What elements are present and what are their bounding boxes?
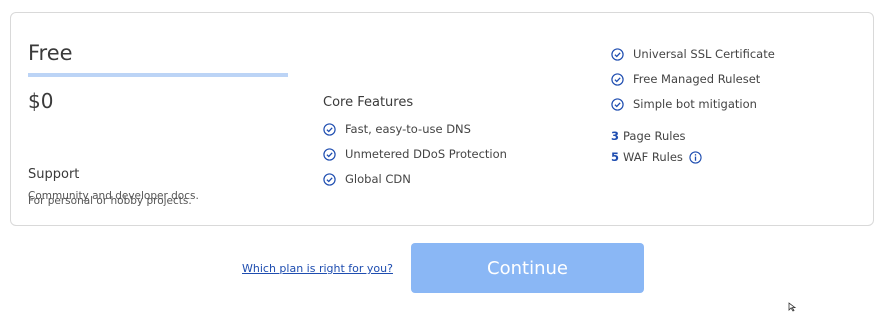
support-title: Support	[28, 167, 80, 182]
feature-label: Unmetered DDoS Protection	[345, 147, 507, 161]
page-rules-count: 3	[611, 129, 620, 143]
feature-item: Simple bot mitigation	[611, 97, 757, 111]
feature-item: Universal SSL Certificate	[611, 47, 775, 61]
plan-price: $0	[28, 89, 54, 113]
feature-label: Global CDN	[345, 172, 411, 186]
plan-name: Free	[28, 41, 73, 65]
waf-rules-count: 5	[611, 150, 620, 164]
check-circle-icon	[323, 147, 336, 161]
continue-button[interactable]: Continue	[411, 243, 644, 293]
feature-label: Simple bot mitigation	[633, 97, 757, 111]
plan-card: Free $0 Support Community and developer …	[10, 12, 874, 226]
feature-item: Global CDN	[323, 172, 411, 186]
feature-item: Free Managed Ruleset	[611, 72, 760, 86]
check-circle-icon	[611, 47, 624, 61]
check-circle-icon	[611, 97, 624, 111]
page-rules: 3 Page Rules	[611, 129, 686, 143]
plan-highlight-bar	[28, 73, 288, 77]
feature-item: Unmetered DDoS Protection	[323, 147, 507, 161]
feature-item: Fast, easy-to-use DNS	[323, 122, 471, 136]
info-icon[interactable]	[689, 150, 702, 164]
page-rules-label: Page Rules	[623, 129, 686, 143]
cursor-icon	[788, 302, 797, 312]
check-circle-icon	[323, 172, 336, 186]
plan-description: For personal or hobby projects.	[28, 195, 192, 207]
feature-label: Fast, easy-to-use DNS	[345, 122, 471, 136]
plan-help-link[interactable]: Which plan is right for you?	[242, 262, 393, 275]
core-features-title: Core Features	[323, 95, 414, 110]
check-circle-icon	[611, 72, 624, 86]
check-circle-icon	[323, 122, 336, 136]
waf-rules: 5 WAF Rules	[611, 150, 702, 164]
feature-label: Universal SSL Certificate	[633, 47, 775, 61]
feature-label: Free Managed Ruleset	[633, 72, 761, 86]
waf-rules-label: WAF Rules	[623, 150, 683, 164]
